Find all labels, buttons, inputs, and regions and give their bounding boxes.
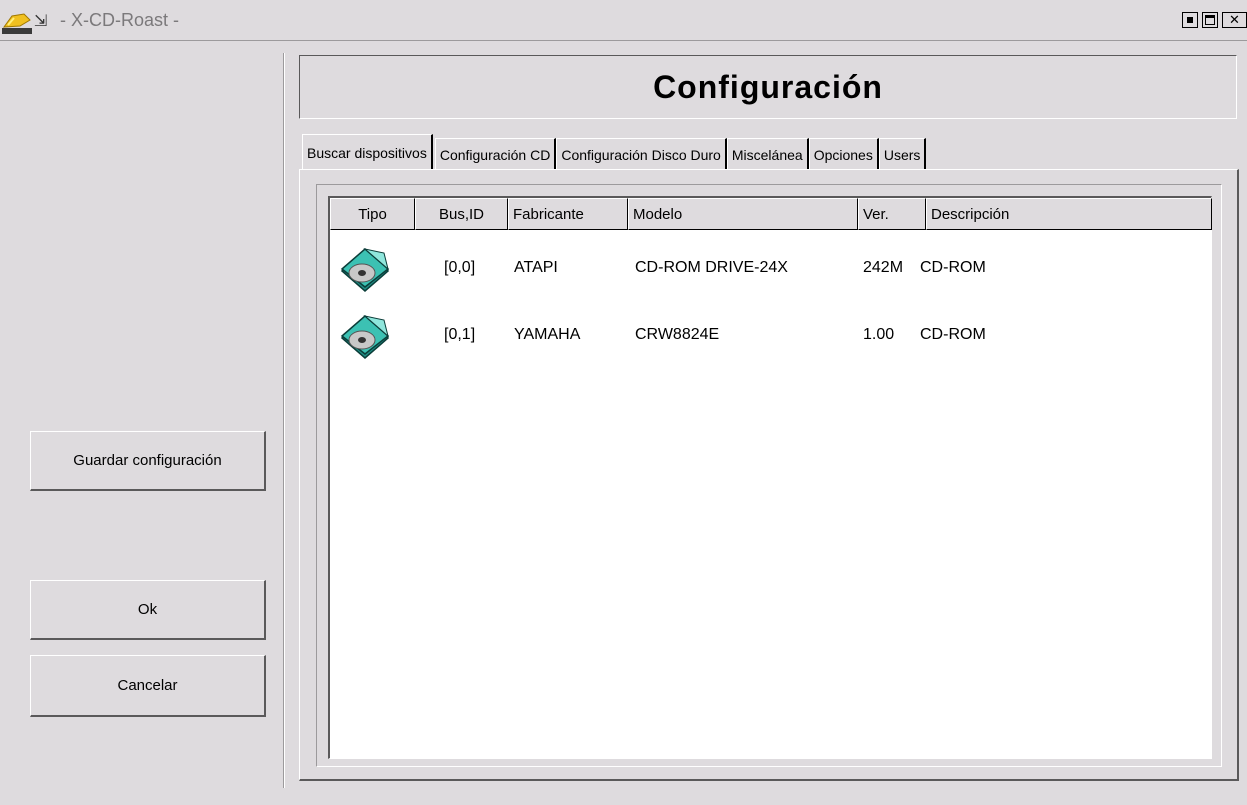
description-cell: CD-ROM xyxy=(920,326,986,343)
close-button[interactable]: ✕ xyxy=(1222,12,1247,28)
cdrom-icon xyxy=(340,248,390,292)
cdrom-icon xyxy=(340,315,390,359)
column-header-tipo[interactable]: Tipo xyxy=(330,198,415,230)
tab-miscelanea[interactable]: Miscelánea xyxy=(726,138,809,170)
description-cell: CD-ROM xyxy=(920,259,986,276)
version-cell: 242M xyxy=(863,259,904,276)
page-title: Configuración xyxy=(653,68,883,105)
tab-configuracion-disco-duro[interactable]: Configuración Disco Duro xyxy=(556,138,727,170)
table-row[interactable]: [0,0] ATAPI CD-ROM DRIVE-24X 242M CD-ROM xyxy=(330,237,1210,299)
ok-button[interactable]: Ok xyxy=(30,580,266,640)
device-list[interactable]: Tipo Bus,ID Fabricante Modelo Ver. Descr… xyxy=(328,196,1212,759)
tab-opciones[interactable]: Opciones xyxy=(808,138,879,170)
column-header-fabricante[interactable]: Fabricante xyxy=(508,198,628,230)
title-bar[interactable]: ⇲ - X-CD-Roast - ✕ xyxy=(0,0,1247,41)
tab-configuracion-cd[interactable]: Configuración CD xyxy=(434,138,557,170)
column-header-ver[interactable]: Ver. xyxy=(858,198,926,230)
version-cell: 1.00 xyxy=(863,326,895,343)
header-frame: Configuración xyxy=(299,55,1237,119)
column-header-bus-id[interactable]: Bus,ID xyxy=(415,198,508,230)
manufacturer-cell: YAMAHA xyxy=(514,326,581,343)
close-icon: ✕ xyxy=(1229,12,1240,28)
model-cell: CRW8824E xyxy=(635,326,720,343)
xcdroast-logo-icon[interactable] xyxy=(2,12,32,34)
save-configuration-button[interactable]: Guardar configuración xyxy=(30,431,266,491)
tab-users[interactable]: Users xyxy=(878,138,927,170)
tab-buscar-dispositivos[interactable]: Buscar dispositivos xyxy=(302,134,433,170)
panel-divider xyxy=(283,53,285,788)
list-header: Tipo Bus,ID Fabricante Modelo Ver. Descr… xyxy=(330,198,1212,230)
cancel-button[interactable]: Cancelar xyxy=(30,655,266,717)
table-row[interactable]: [0,1] YAMAHA CRW8824E 1.00 CD-ROM xyxy=(330,304,1210,366)
maximize-button[interactable] xyxy=(1202,12,1218,28)
minimize-button[interactable] xyxy=(1182,12,1198,28)
model-cell: CD-ROM DRIVE-24X xyxy=(635,259,788,276)
bus-id-cell: [0,1] xyxy=(444,326,476,343)
bus-id-cell: [0,0] xyxy=(444,259,476,276)
column-header-descripcion[interactable]: Descripción xyxy=(926,198,1212,230)
column-header-modelo[interactable]: Modelo xyxy=(628,198,858,230)
manufacturer-cell: ATAPI xyxy=(514,259,558,276)
pin-icon[interactable]: ⇲ xyxy=(34,11,47,30)
tab-bar: Buscar dispositivos Configuración CD Con… xyxy=(302,134,927,170)
window-title: - X-CD-Roast - xyxy=(60,10,180,30)
